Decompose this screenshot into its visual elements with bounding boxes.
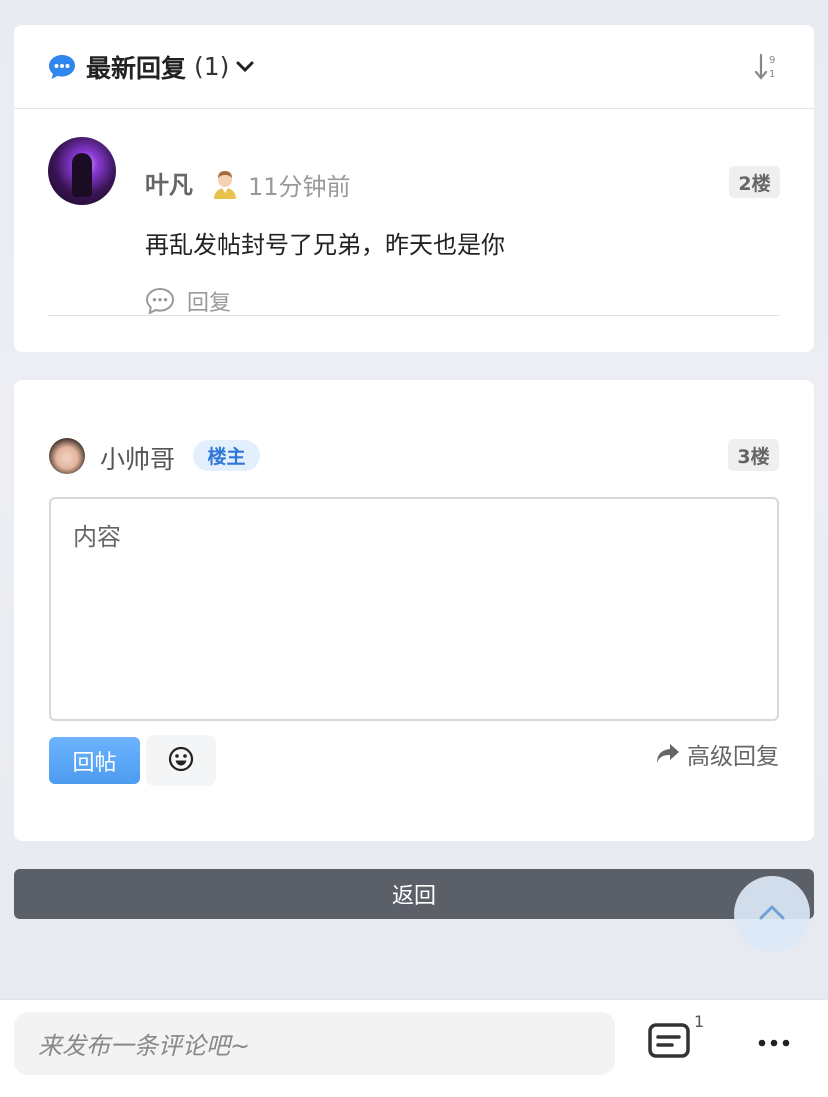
ellipsis-icon[interactable] bbox=[758, 1028, 790, 1058]
replies-header: 最新回复 (1) 9 1 bbox=[14, 25, 814, 109]
chevron-up-icon bbox=[757, 903, 787, 925]
reply-label: 回复 bbox=[187, 291, 232, 316]
smiley-icon bbox=[167, 745, 195, 777]
reply-author[interactable]: 叶凡 bbox=[145, 165, 193, 200]
advanced-reply-label: 高级回复 bbox=[687, 744, 779, 770]
floor-badge: 3楼 bbox=[728, 439, 779, 471]
comment-icon bbox=[145, 287, 175, 315]
share-arrow-icon bbox=[655, 742, 681, 766]
scroll-top-button[interactable] bbox=[734, 876, 810, 952]
replies-sort-toggle[interactable]: 最新回复 (1) bbox=[48, 49, 255, 85]
comment-box-icon[interactable] bbox=[647, 1022, 691, 1062]
reply-button[interactable]: 回复 bbox=[145, 285, 231, 317]
replies-count: (1) bbox=[194, 52, 230, 81]
advanced-reply-link[interactable]: 高级回复 bbox=[655, 737, 779, 771]
post-button[interactable]: 回帖 bbox=[49, 737, 140, 784]
back-button[interactable]: 返回 bbox=[14, 869, 814, 919]
reply-item: 叶凡 11分钟前 2楼 再乱发帖封号了兄弟，昨天也是你 回复 bbox=[48, 135, 780, 316]
replies-title: 最新回复 bbox=[86, 53, 187, 83]
chat-bubble-icon bbox=[48, 52, 78, 82]
latest-replies-card: 最新回复 (1) 9 1 叶凡 11分钟前 2楼 再乱发帖封号了兄弟，昨天也是你… bbox=[14, 25, 814, 352]
chevron-down-icon bbox=[235, 60, 255, 74]
emoji-button[interactable] bbox=[146, 735, 216, 786]
svg-text:9: 9 bbox=[769, 55, 775, 66]
sort-numeric-desc-icon[interactable]: 9 1 bbox=[754, 52, 780, 82]
compose-card: 小帅哥 楼主 3楼 回帖 高级回复 bbox=[14, 380, 814, 841]
content-textarea[interactable] bbox=[49, 497, 779, 721]
comment-count: 1 bbox=[694, 1012, 705, 1031]
owner-badge: 楼主 bbox=[193, 440, 260, 471]
avatar[interactable] bbox=[49, 438, 85, 474]
floor-badge: 2楼 bbox=[729, 166, 780, 198]
reply-time: 11分钟前 bbox=[248, 173, 351, 201]
comment-input[interactable]: 来发布一条评论吧~ bbox=[14, 1012, 615, 1075]
bottom-bar: 来发布一条评论吧~ 1 bbox=[0, 999, 828, 1097]
compose-username: 小帅哥 bbox=[100, 445, 176, 474]
svg-text:1: 1 bbox=[769, 69, 775, 80]
avatar[interactable] bbox=[48, 137, 116, 205]
user-level-icon bbox=[211, 168, 239, 200]
reply-content: 再乱发帖封号了兄弟，昨天也是你 bbox=[145, 231, 505, 259]
